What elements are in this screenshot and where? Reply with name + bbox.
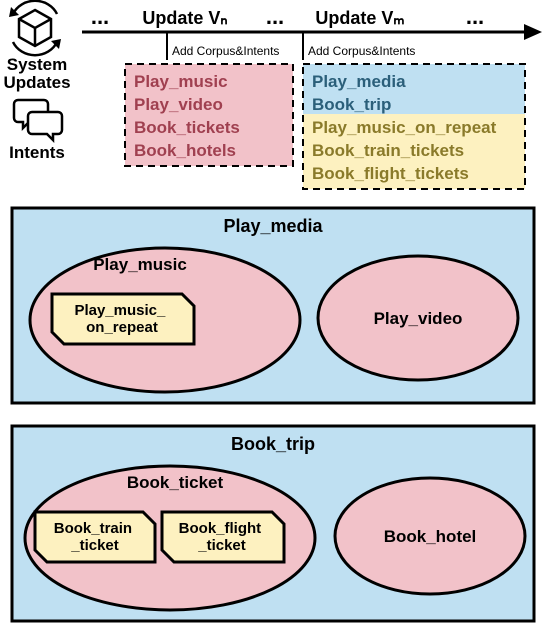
update-n-line1: Play_music — [134, 72, 228, 91]
timeline-dots: ... — [266, 4, 284, 29]
book-train-ticket-l2: _ticket — [70, 537, 119, 554]
system-updates-label: SystemUpdates — [3, 55, 70, 92]
update-m-top2: Book_trip — [312, 95, 391, 114]
intents-label: Intents — [9, 143, 65, 162]
intents-icon — [14, 100, 62, 140]
update-m-top1: Play_media — [312, 72, 406, 91]
system-update-icon — [9, 1, 61, 55]
timeline-update-n: Update Vₙ — [142, 8, 227, 28]
play-media-panel: Play_media Play_music Play_music_ on_rep… — [12, 208, 534, 403]
play-video-label: Play_video — [374, 309, 463, 328]
tick-m-label: Add Corpus&Intents — [308, 44, 415, 58]
play-music-on-repeat-l2: on_repeat — [86, 319, 158, 336]
update-n-box: Play_music Play_video Book_tickets Book_… — [125, 64, 293, 166]
update-n-line4: Book_hotels — [134, 141, 236, 160]
play-music-label: Play_music — [93, 255, 187, 274]
tick-n-label: Add Corpus&Intents — [172, 44, 279, 58]
update-n-line3: Book_tickets — [134, 118, 240, 137]
book-hotel-label: Book_hotel — [384, 527, 477, 546]
timeline-update-m: Update Vₘ — [315, 8, 404, 28]
play-music-on-repeat-l1: Play_music_ — [74, 302, 166, 319]
book-train-ticket-l1: Book_train — [54, 520, 132, 537]
book-trip-title: Book_trip — [231, 434, 315, 454]
play-music-on-repeat-label: Play_music_ on_repeat — [74, 302, 169, 336]
play-media-title: Play_media — [223, 216, 323, 236]
book-flight-ticket-l1: Book_flight — [179, 520, 262, 537]
update-m-bot3: Book_flight_tickets — [312, 164, 469, 183]
book-trip-panel: Book_trip Book_ticket Book_train _ticket… — [12, 426, 534, 621]
update-m-bot1: Play_music_on_repeat — [312, 118, 497, 137]
update-n-line2: Play_video — [134, 95, 223, 114]
book-ticket-label: Book_ticket — [127, 473, 224, 492]
timeline-dots: ... — [466, 4, 484, 29]
update-m-box: Play_media Book_trip Play_music_on_repea… — [303, 64, 525, 189]
book-flight-ticket-l2: _ticket — [197, 537, 246, 554]
timeline-dots: ... — [91, 4, 109, 29]
update-m-bot2: Book_train_tickets — [312, 141, 464, 160]
